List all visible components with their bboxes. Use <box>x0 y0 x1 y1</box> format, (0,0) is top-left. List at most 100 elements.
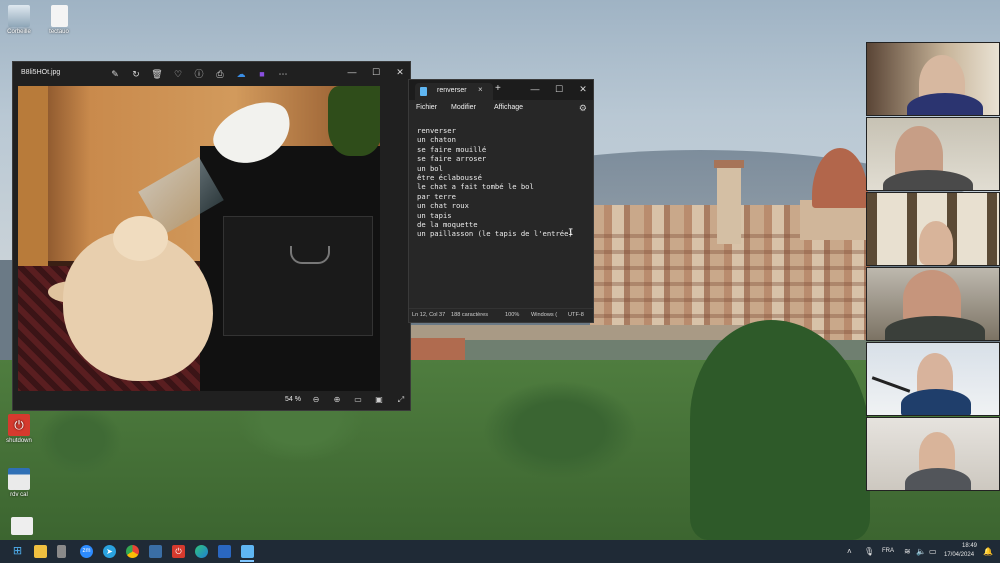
close-icon[interactable]: ✕ <box>392 65 408 79</box>
recycle-bin-icon <box>8 5 30 27</box>
participant-tile[interactable] <box>866 117 1000 191</box>
wifi-icon[interactable]: ≋ <box>904 547 911 556</box>
minimize-icon[interactable]: — <box>344 65 360 79</box>
notepad-tabbar[interactable]: renverser × + — ☐ ✕ <box>409 80 593 100</box>
telegram-icon[interactable]: ➤ <box>103 545 116 558</box>
volume-icon[interactable]: 🔈 <box>916 547 926 556</box>
photo-image <box>18 86 380 393</box>
new-tab-icon[interactable]: + <box>495 83 501 94</box>
clock-date[interactable]: 17/04/2024 <box>944 552 974 558</box>
desktop-icon-shutdown[interactable]: ⏻ shutdown <box>1 414 37 444</box>
power-icon: ⏻ <box>8 414 30 436</box>
notepad-tab-title: renverser <box>437 87 467 94</box>
photo-kitten-head <box>113 216 168 261</box>
edge-icon[interactable] <box>195 545 208 558</box>
file-explorer-icon[interactable] <box>34 545 47 558</box>
active-app-indicator <box>240 560 254 562</box>
zoom-in-icon[interactable]: ⊕ <box>331 394 343 406</box>
photo-door-frame <box>18 86 48 266</box>
fullscreen-icon[interactable]: ⤢ <box>395 394 407 406</box>
notepad-icon <box>420 87 427 96</box>
participant-shirt <box>907 93 983 115</box>
delete-icon[interactable]: 🗑 <box>151 68 163 80</box>
microphone-icon[interactable]: 🎙 <box>864 547 874 556</box>
photo-drawer <box>223 216 373 336</box>
photo-plant <box>328 86 380 156</box>
participant-video <box>919 221 953 265</box>
participant-shirt <box>901 389 971 415</box>
notepad-text-area[interactable]: renverser un chaton se faire mouillé se … <box>417 126 589 306</box>
status-encoding[interactable]: UTF-8 <box>568 312 584 318</box>
zoom-out-icon[interactable]: ⊖ <box>310 394 322 406</box>
calculator-icon[interactable] <box>149 545 162 558</box>
fit-window-icon[interactable]: ▣ <box>373 394 385 406</box>
edit-icon[interactable]: ✎ <box>109 68 121 80</box>
menu-edit[interactable]: Modifier <box>451 104 476 111</box>
gear-icon[interactable]: ⚙ <box>579 103 587 114</box>
desktop-icon-file[interactable] <box>4 517 40 537</box>
print-icon[interactable]: ⎙ <box>214 68 226 80</box>
zoom-icon[interactable]: zm <box>80 545 93 558</box>
film-strip-icon[interactable]: ▭ <box>352 394 364 406</box>
wallpaper-bell-tower <box>717 164 741 244</box>
text-cursor-icon: I <box>568 228 574 238</box>
start-icon[interactable]: ⊞ <box>11 545 24 558</box>
desktop-icon-label: tectauo <box>49 29 69 35</box>
paint-icon[interactable] <box>218 545 231 558</box>
favorite-icon[interactable]: ♡ <box>172 68 184 80</box>
wallpaper-bell-tower-top <box>714 160 744 168</box>
battery-icon[interactable]: ▭ <box>929 547 937 556</box>
photos-statusbar: 54 % ⊖ ⊕ ▭ ▣ ⤢ <box>13 391 410 410</box>
more-icon[interactable]: ⋯ <box>277 68 289 80</box>
chevron-up-icon[interactable]: ˄ <box>847 547 852 556</box>
power-app-icon[interactable]: ⏻ <box>172 545 185 558</box>
participant-shirt <box>905 468 971 490</box>
notepad-window[interactable]: renverser × + — ☐ ✕ Fichier Modifier Aff… <box>408 79 594 323</box>
desktop-icon-document[interactable]: tectauo <box>41 5 77 35</box>
participant-tile[interactable] <box>866 267 1000 341</box>
onedrive-icon[interactable]: ☁ <box>235 68 247 80</box>
file-icon <box>11 517 33 535</box>
photos-zoom-level: 54 % <box>285 396 301 403</box>
rotate-icon[interactable]: ↻ <box>130 68 142 80</box>
notepad-tab[interactable]: renverser × <box>415 83 493 100</box>
menu-view[interactable]: Affichage <box>494 104 523 111</box>
photo-drawer-handle <box>290 246 330 264</box>
notepad-taskbar-icon[interactable] <box>241 545 254 558</box>
clock-time[interactable]: 18:49 <box>962 543 977 549</box>
participant-shirt <box>885 316 985 340</box>
usb-icon[interactable] <box>57 545 66 558</box>
calendar-icon <box>8 468 30 490</box>
photos-filename: B8li5HOt.jpg <box>21 69 61 76</box>
taskbar: ⊞ zm ➤ ⏻ ˄ 🎙 FRA ≋ 🔈 ▭ 18:49 17/04/2024 … <box>0 540 1000 563</box>
menu-file[interactable]: Fichier <box>416 104 437 111</box>
document-icon <box>50 5 68 27</box>
notepad-statusbar: Ln 12, Col 37 188 caractères 100% Window… <box>409 308 593 322</box>
participant-tile[interactable] <box>866 192 1000 266</box>
status-position: Ln 12, Col 37 <box>412 312 446 318</box>
microphone-arm <box>871 376 911 393</box>
desktop-icon-recycle-bin[interactable]: Corbeille <box>1 5 37 35</box>
maximize-icon[interactable]: ☐ <box>551 82 567 96</box>
clipchamp-icon[interactable]: ■ <box>256 68 268 80</box>
tab-close-icon[interactable]: × <box>478 85 483 94</box>
status-line-endings[interactable]: Windows ( <box>531 312 557 318</box>
notification-bell-icon[interactable]: 🔔 <box>983 547 993 556</box>
minimize-icon[interactable]: — <box>527 82 543 96</box>
notepad-menubar: Fichier Modifier Affichage ⚙ <box>409 100 593 118</box>
info-icon[interactable]: ⓘ <box>193 68 205 80</box>
status-zoom[interactable]: 100% <box>505 312 519 318</box>
desktop-icon-label: rdv cal <box>10 492 28 498</box>
photos-window[interactable]: B8li5HOt.jpg ✎ ↻ 🗑 ♡ ⓘ ⎙ ☁ ■ ⋯ — ☐ ✕ 54 … <box>12 61 411 411</box>
participant-shirt <box>883 170 973 190</box>
close-icon[interactable]: ✕ <box>575 82 591 96</box>
participant-tile[interactable] <box>866 342 1000 416</box>
participant-tile[interactable] <box>866 417 1000 491</box>
status-char-count: 188 caractères <box>451 312 489 318</box>
maximize-icon[interactable]: ☐ <box>368 65 384 79</box>
photos-titlebar[interactable]: B8li5HOt.jpg ✎ ↻ 🗑 ♡ ⓘ ⎙ ☁ ■ ⋯ — ☐ ✕ <box>13 62 410 86</box>
participant-tile[interactable] <box>866 42 1000 116</box>
chrome-icon[interactable] <box>126 545 139 558</box>
language-indicator[interactable]: FRA <box>882 548 894 554</box>
desktop-icon-calendar[interactable]: rdv cal <box>1 468 37 498</box>
